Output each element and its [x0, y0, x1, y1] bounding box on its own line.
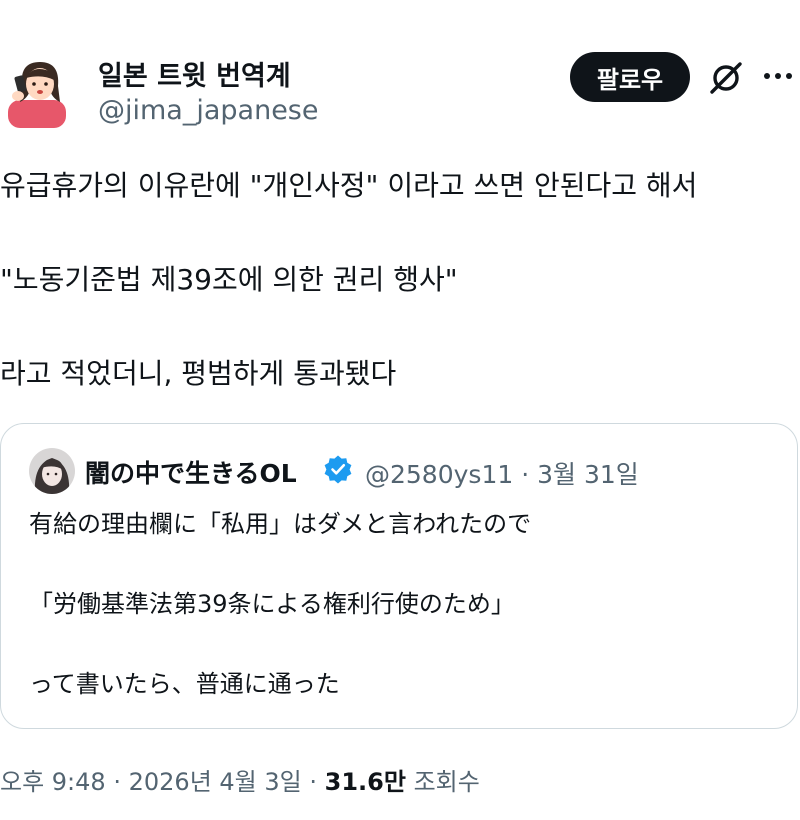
quoted-text-line: 有給の理由欄に「私用」はダメと言われたので	[29, 510, 532, 538]
footer-separator: ·	[309, 768, 318, 796]
author-display-name[interactable]: 일본 트윗 번역계	[98, 54, 291, 93]
quoted-author-avatar[interactable]	[29, 448, 75, 494]
tweet-text-line: "노동기준법 제39조에 의한 권리 행사"	[0, 263, 458, 296]
views-label: 조회수	[413, 768, 480, 796]
slashed-circle-icon[interactable]	[706, 58, 746, 98]
tweet-date[interactable]: 2026년 4월 3일	[129, 768, 302, 796]
footer-separator: ·	[113, 768, 121, 796]
follow-button[interactable]: 팔로우	[570, 52, 690, 102]
woman-on-phone-avatar[interactable]	[2, 54, 76, 128]
quoted-meta: @2580ys11 · 3월 31일	[365, 455, 639, 491]
tweet-header: 일본 트윗 번역계 @jima_japanese 팔로우	[0, 40, 800, 130]
quoted-separator: ·	[521, 460, 530, 489]
quoted-author-display-name[interactable]: 闇の中で生きるOL	[85, 454, 297, 490]
quoted-text-line: って書いたら、普通に通った	[29, 670, 340, 698]
tweet-time[interactable]: 오후 9:48	[0, 768, 106, 796]
quoted-author-handle[interactable]: @2580ys11	[365, 460, 513, 489]
quoted-tweet-card[interactable]: 闇の中で生きるOL @2580ys11 · 3월 31일 有給の理由欄に「私用」…	[0, 423, 798, 729]
quoted-text-line: 「労働基準法第39条による権利行使のため」	[29, 590, 515, 618]
views-count: 31.6만	[324, 768, 406, 796]
more-dots-icon[interactable]	[760, 62, 796, 90]
verified-badge-icon	[324, 455, 352, 484]
quoted-date[interactable]: 3월 31일	[537, 460, 639, 489]
author-handle[interactable]: @jima_japanese	[98, 95, 318, 126]
tweet-text-line: 유급휴가의 이유란에 "개인사정" 이라고 쓰면 안된다고 해서	[0, 169, 698, 202]
tweet-text-line: 라고 적었더니, 평범하게 통과됐다	[0, 357, 397, 390]
tweet-footer: 오후 9:48 · 2026년 4월 3일 · 31.6만 조회수	[0, 762, 480, 797]
